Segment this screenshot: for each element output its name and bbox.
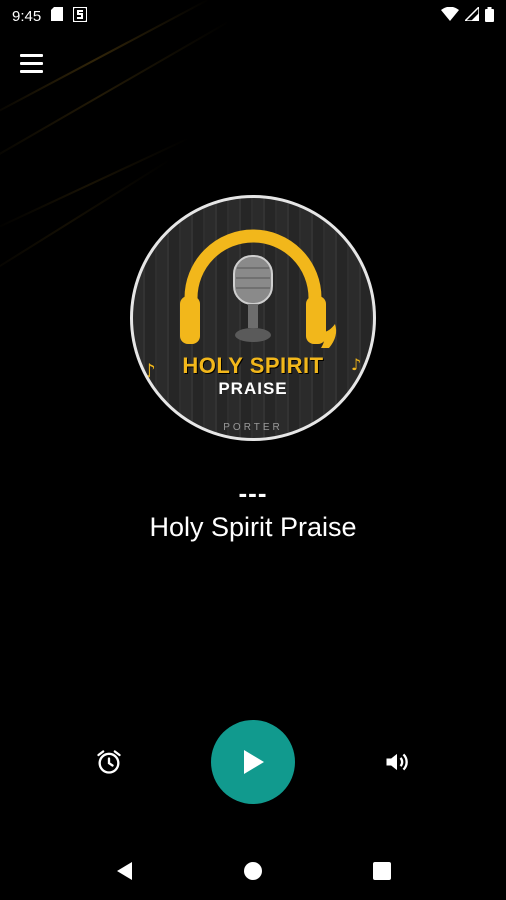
- headphones-microphone-icon: ♪ ♪: [143, 229, 361, 383]
- hamburger-menu-icon[interactable]: [20, 48, 50, 78]
- logo-tagline: PORTER: [223, 422, 283, 433]
- logo-subtitle: PRAISE: [218, 379, 288, 398]
- play-icon: [244, 750, 264, 774]
- status-right: [441, 5, 494, 26]
- player-controls: [0, 720, 506, 804]
- status-bar: 9:45: [0, 0, 506, 32]
- volume-icon[interactable]: [382, 747, 412, 777]
- wifi-icon: [441, 6, 459, 25]
- battery-icon: [485, 6, 494, 26]
- play-button[interactable]: [211, 720, 295, 804]
- alarm-clock-icon[interactable]: [94, 747, 124, 777]
- status-left: 9:45: [12, 5, 89, 26]
- recents-icon[interactable]: [362, 851, 402, 891]
- s-notification-icon: [72, 5, 89, 26]
- sd-card-icon: [51, 7, 64, 25]
- logo-title: HOLY SPIRIT: [182, 353, 324, 378]
- back-icon[interactable]: [104, 851, 144, 891]
- signal-icon: [463, 5, 480, 25]
- status-time: 9:45: [12, 7, 42, 25]
- station-logo: ♪ ♪ HOLY SPIRIT PRAISE PORTER: [130, 195, 376, 441]
- station-name: Holy Spirit Praise: [149, 512, 357, 542]
- navigation-bar: [0, 842, 506, 900]
- home-icon[interactable]: [233, 851, 273, 891]
- track-title: ---: [238, 478, 268, 508]
